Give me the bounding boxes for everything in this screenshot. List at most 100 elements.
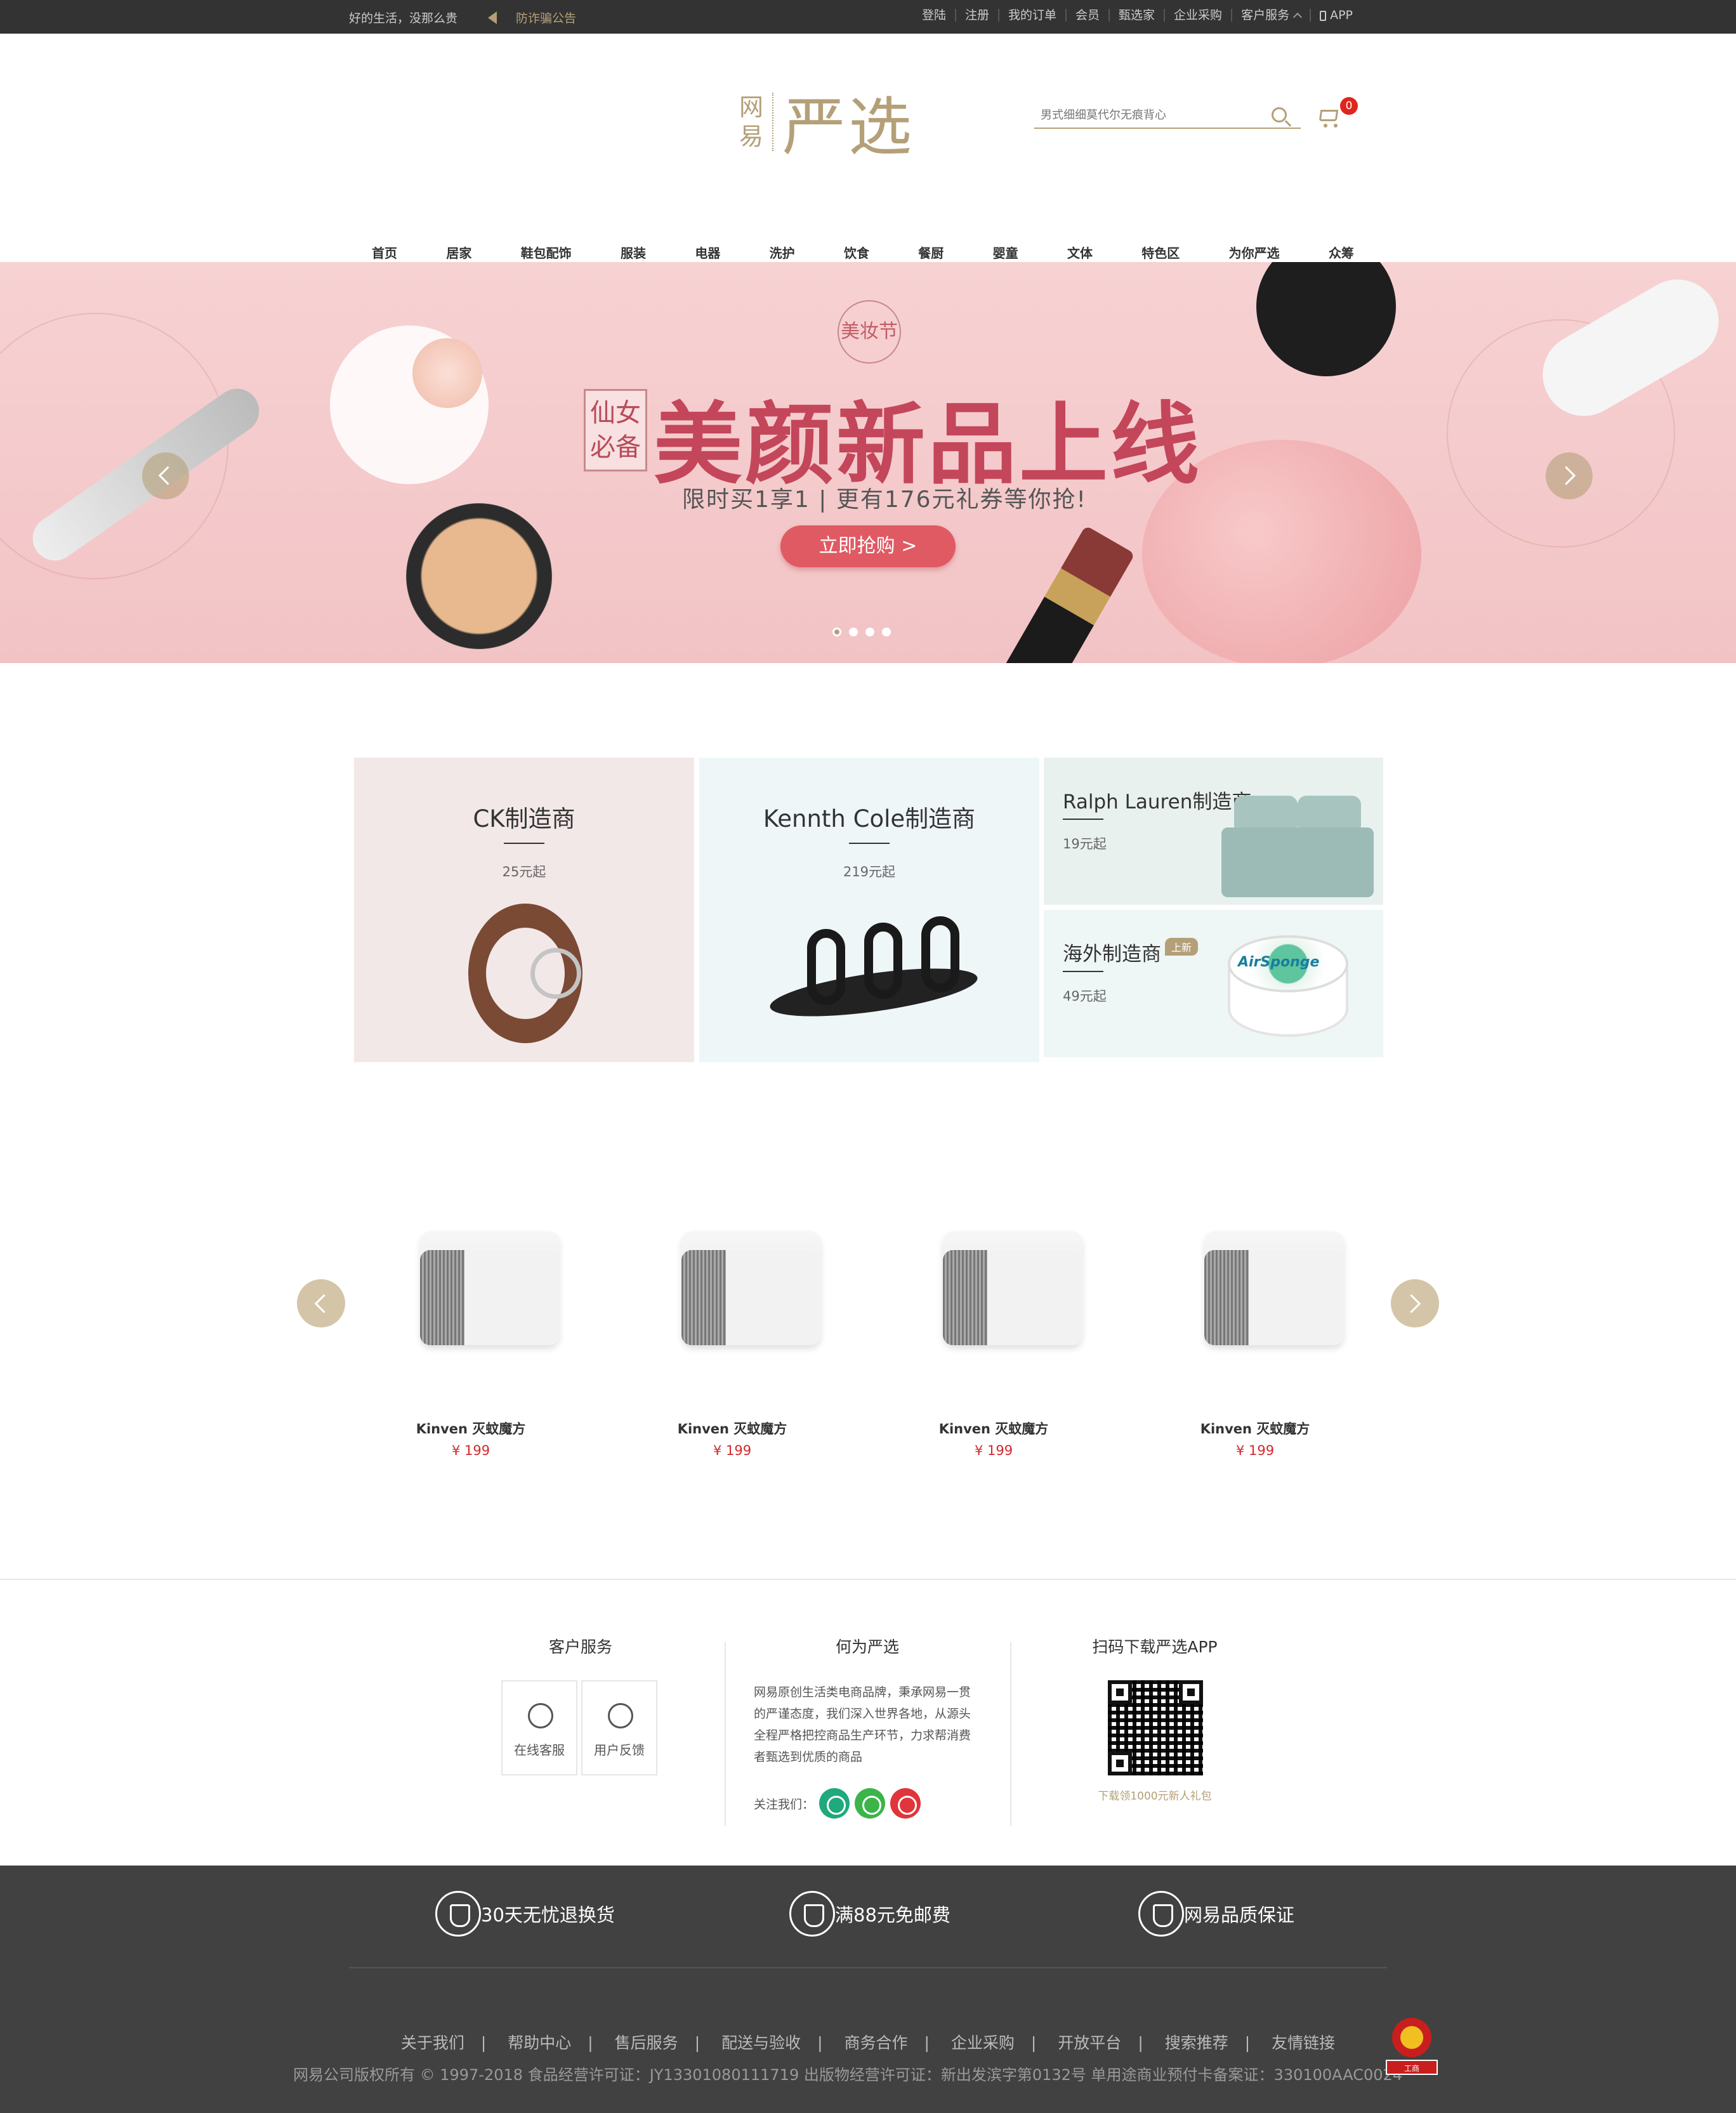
product-card[interactable]: Kinven 灭蚊魔方 ¥ 199 [1147,1206,1363,1472]
footer-link-business[interactable]: 商务合作 [844,2034,907,2052]
footer-link-delivery[interactable]: 配送与验收 [721,2034,801,2052]
footer-link-friends[interactable]: 友情链接 [1272,2034,1335,2052]
brand-name: 海外制造商 [1063,943,1161,966]
national-emblem-icon [1392,2018,1431,2057]
nav-item-kitchen[interactable]: 餐厨 [902,243,960,261]
carousel-prev-button[interactable] [297,1279,345,1327]
customer-service-menu[interactable]: 客户服务 [1231,9,1310,22]
airsponge-jar-image: AirSponge [1221,935,1355,1043]
nav-item-home-living[interactable]: 居家 [430,243,488,261]
banner-dot[interactable] [865,628,874,636]
nav-item-apparel[interactable]: 服装 [604,243,662,261]
product-price: ¥ 199 [451,1443,490,1458]
nav-item-personal-care[interactable]: 洗护 [753,243,812,261]
nav-item-baby[interactable]: 婴童 [977,243,1035,261]
footer-link-about[interactable]: 关于我们 [401,2034,464,2052]
product-price: ¥ 199 [713,1443,752,1458]
mosquito-killer-image [1198,1225,1344,1364]
brand-card-ck[interactable]: CK制造商 25元起 [354,758,694,1062]
nav-item-food[interactable]: 饮食 [827,243,886,261]
about-text: 网易原创生活类电商品牌，秉承网易一贯的严谨态度，我们深入世界各地，从源头全程严格… [754,1685,971,1764]
nav-item-appliances[interactable]: 电器 [678,243,737,261]
footer-link-after-sales[interactable]: 售后服务 [615,2034,678,2052]
brand-name: CK制造商 [473,805,575,833]
main-nav: 首页 居家 鞋包配饰 服装 电器 洗护 饮食 餐厨 婴童 文体 特色区 为你严选… [355,243,1371,268]
device-face [726,1250,821,1345]
link-separator: | [1030,2034,1037,2052]
banner-buy-now-button[interactable]: 立即抢购 > [780,525,956,567]
link-separator: | [924,2034,930,2052]
nav-item-for-you[interactable]: 为你严选 [1213,243,1296,261]
carousel-next-button[interactable] [1391,1279,1439,1327]
notice-speaker-icon [488,11,497,24]
banner-perfume-image [1256,262,1396,376]
site-logo[interactable]: 网 易 严选 [739,76,914,168]
product-card[interactable]: Kinven 灭蚊魔方 ¥ 199 [624,1206,840,1472]
product-card[interactable]: Kinven 灭蚊魔方 ¥ 199 [363,1206,579,1472]
brand-card-overseas[interactable]: 海外制造商 上新 49元起 AirSponge [1044,910,1383,1057]
membership-link[interactable]: 会员 [1065,9,1108,22]
footer-link-search[interactable]: 搜索推荐 [1165,2034,1228,2052]
login-link[interactable]: 登陆 [913,9,955,22]
device-grill [1204,1250,1249,1345]
footer-links: 关于我们 | 帮助中心 | 售后服务 | 配送与验收 | 商务合作 | 企业采购 | 开放平… [0,2031,1736,2053]
business-license-badge[interactable]: 工商 [1386,2018,1438,2079]
device-grill [943,1250,987,1345]
wechat-icon[interactable] [855,1788,886,1819]
nav-item-crowdfunding[interactable]: 众筹 [1312,243,1371,261]
cart-count-badge: 0 [1340,97,1358,115]
nav-item-home[interactable]: 首页 [355,243,414,268]
banner-tag: 仙女 必备 [584,389,647,471]
feedback-label: 用户反馈 [594,1742,645,1758]
curator-link[interactable]: 甄选家 [1108,9,1164,22]
banner-dot[interactable] [832,628,841,636]
feedback-button[interactable]: 用户反馈 [581,1680,657,1775]
device-grill [681,1250,726,1345]
banner-prev-button[interactable] [142,452,189,499]
banner-next-button[interactable] [1546,452,1593,499]
register-link[interactable]: 注册 [954,9,998,22]
banner-dot[interactable] [849,628,858,636]
weibo-icon[interactable] [890,1788,921,1819]
mosquito-killer-image [414,1225,560,1364]
yixin-icon[interactable] [819,1788,850,1819]
shield-check-icon [435,1891,481,1937]
top-bar-links: 登陆 注册 我的订单 会员 甄选家 企业采购 客户服务 APP [913,9,1362,22]
footer-link-enterprise[interactable]: 企业采购 [951,2034,1015,2052]
footer-link-help[interactable]: 帮助中心 [508,2034,571,2052]
cart-button[interactable] [1317,103,1343,129]
nav-item-sports[interactable]: 文体 [1051,243,1109,261]
headset-icon [528,1703,553,1728]
search-icon-handle [1284,120,1292,127]
brand-card-kenneth-cole[interactable]: Kennth Cole制造商 219元起 [699,758,1039,1062]
footer-link-open-platform[interactable]: 开放平台 [1058,2034,1121,2052]
promise-label: 网易品质保证 [1184,1904,1295,1926]
belt-buckle-image [530,948,581,999]
product-price: ¥ 199 [1235,1443,1275,1458]
online-service-button[interactable]: 在线客服 [501,1680,577,1775]
footer-about-col: 何为严选 [754,1635,981,1657]
banner-dot[interactable] [882,628,891,636]
search-button[interactable] [1269,105,1294,130]
device-face [464,1250,560,1345]
banner-cushion-compact-image [406,503,552,649]
link-separator: | [817,2034,823,2052]
notice-link[interactable]: 防诈骗公告 [516,9,576,26]
enterprise-link[interactable]: 企业采购 [1164,9,1231,22]
app-download-link[interactable]: APP [1310,9,1362,22]
brand-price: 219元起 [843,864,896,879]
follow-label: 关注我们： [754,1797,815,1812]
nav-item-shoes-bags[interactable]: 鞋包配饰 [504,243,588,261]
hero-banner[interactable]: 美妆节 仙女 必备 美颜新品上线 限时买1享1 | 更有176元礼券等你抢! 立… [0,262,1736,663]
my-orders-link[interactable]: 我的订单 [998,9,1065,22]
search-input[interactable] [1034,103,1263,126]
product-name: Kinven 灭蚊魔方 [1200,1421,1310,1437]
follow-us: 关注我们： [754,1788,921,1819]
product-name: Kinven 灭蚊魔方 [677,1421,787,1437]
cart-icon [1318,110,1339,121]
link-separator: | [1138,2034,1143,2052]
product-card[interactable]: Kinven 灭蚊魔方 ¥ 199 [886,1206,1101,1472]
nav-item-specials[interactable]: 特色区 [1125,243,1196,261]
cart-wheel [1334,124,1338,128]
brand-card-ralph-lauren[interactable]: Ralph Lauren制造商 19元起 [1044,758,1383,905]
